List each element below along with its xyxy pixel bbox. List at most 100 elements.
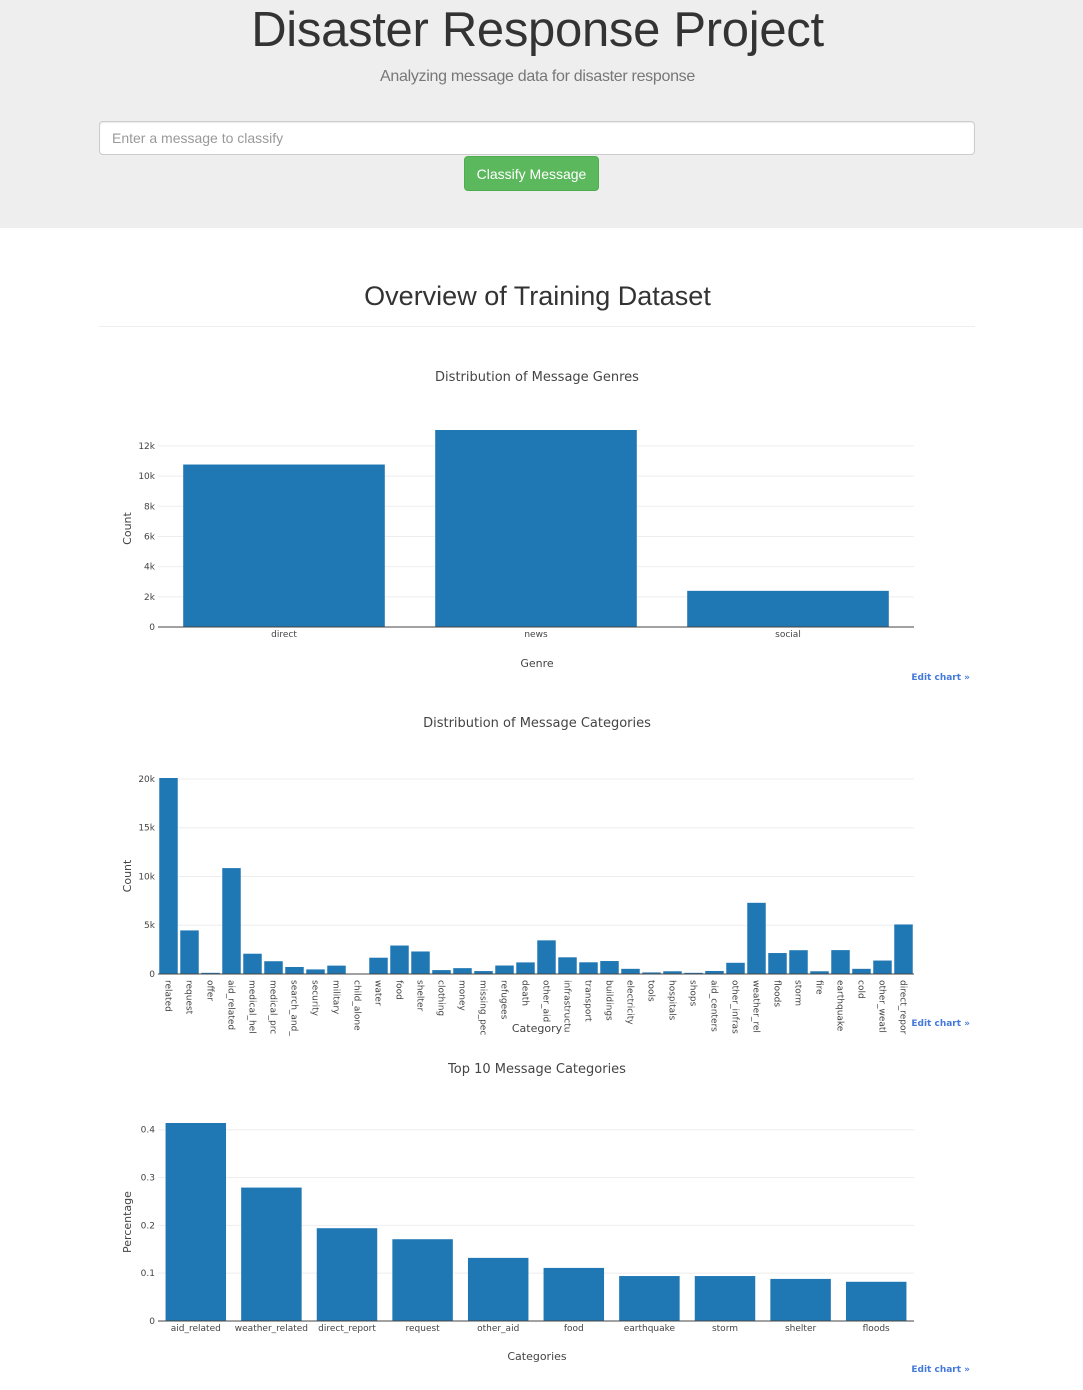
x-tick-label: missing_pec [478, 980, 488, 1035]
x-tick-label: shops [688, 980, 698, 1007]
bar [241, 1187, 302, 1321]
y-tick-label: 20k [138, 775, 155, 785]
x-tick-label: offer [205, 980, 215, 1001]
bar [768, 953, 787, 974]
bar [579, 962, 598, 974]
bar [543, 1267, 605, 1321]
bar [222, 868, 241, 974]
bar [369, 957, 388, 974]
x-tick-label: floods [863, 1324, 890, 1334]
bar [183, 464, 385, 627]
bar [432, 970, 451, 974]
chart-title: Distribution of Message Genres [435, 370, 639, 385]
bar [694, 1276, 756, 1321]
edit-chart-link-categories[interactable]: Edit chart » [911, 1019, 970, 1029]
x-tick-label: floods [772, 980, 782, 1007]
y-tick-label: 10k [138, 872, 155, 882]
top10-categories-chart: Top 10 Message Categories 0 0.1 0.2 0.3 0.4 ai… [99, 1044, 975, 1390]
x-tick-label: death [520, 980, 530, 1006]
edit-chart-link-genres[interactable]: Edit chart » [911, 673, 970, 683]
x-tick-label: shelter [785, 1324, 816, 1334]
bar [411, 951, 430, 974]
y-tick-label: 10k [138, 472, 155, 482]
x-axis-title: Category [512, 1022, 563, 1035]
x-tick-label: buildings [604, 980, 614, 1021]
bar [726, 962, 745, 974]
x-tick-label: other_aid [541, 980, 551, 1022]
x-tick-label: storm [712, 1324, 738, 1334]
y-tick-label: 0 [149, 970, 155, 980]
genre-chart-svg: Distribution of Message Genres 0 2k 4k 6k 8k 1… [121, 370, 914, 670]
bar [873, 960, 892, 974]
bar [831, 950, 850, 974]
y-tick-label: 0.3 [141, 1174, 155, 1184]
x-tick-label: search_and_ [289, 980, 299, 1036]
x-axis-title: Genre [520, 657, 554, 670]
y-tick-label: 0 [149, 623, 155, 633]
x-tick-label: clothing [436, 980, 446, 1016]
x-tick-label: earthquake [835, 980, 845, 1032]
x-tick-label: request [184, 980, 194, 1015]
bar [770, 1278, 831, 1321]
x-tick-label: medical_hel [247, 980, 257, 1034]
x-tick-label: direct [271, 630, 297, 640]
bar [516, 962, 535, 974]
x-tick-label: tools [646, 980, 656, 1002]
y-axis-title: Count [121, 511, 134, 544]
x-tick-label: money [457, 980, 467, 1012]
x-tick-label: transport [583, 980, 593, 1022]
chart-title: Top 10 Message Categories [447, 1062, 626, 1077]
bar [558, 957, 577, 974]
y-tick-label: 6k [144, 532, 156, 542]
bar [621, 968, 640, 974]
bar [537, 940, 556, 974]
bar [687, 590, 889, 627]
bar [789, 950, 808, 974]
bar [435, 430, 637, 627]
bar [316, 1228, 378, 1321]
bar [180, 930, 199, 974]
x-tick-label: weather_related [235, 1324, 308, 1334]
bar [390, 945, 409, 974]
bar [285, 966, 304, 974]
genre-distribution-chart: Distribution of Message Genres 0 2k 4k 6k 8k 1… [99, 352, 975, 698]
x-tick-label: request [405, 1324, 440, 1334]
classify-message-button[interactable]: Classify Message [464, 156, 599, 191]
x-tick-label: cold [856, 980, 866, 999]
x-tick-label: infrastructu [562, 980, 572, 1032]
x-tick-label: food [564, 1324, 584, 1334]
x-tick-label: water [373, 980, 383, 1006]
edit-chart-link-top10[interactable]: Edit chart » [911, 1365, 970, 1375]
bar [243, 953, 262, 974]
x-tick-label: aid_related [226, 980, 236, 1030]
site-title: Disaster Response Project [251, 3, 824, 57]
bar [264, 961, 283, 974]
message-input[interactable] [99, 121, 975, 155]
bar [747, 902, 766, 974]
section-divider [99, 326, 975, 327]
x-tick-label: other_weatl [877, 980, 887, 1033]
x-tick-label: child_alone [352, 980, 362, 1031]
y-axis-title: Count [121, 859, 134, 892]
x-tick-label: fire [814, 980, 824, 995]
y-tick-label: 0.1 [141, 1269, 155, 1279]
y-axis-title: Percentage [121, 1191, 134, 1253]
top10-chart-svg: Top 10 Message Categories 0 0.1 0.2 0.3 0.4 ai… [121, 1062, 914, 1363]
bar [165, 1123, 227, 1321]
y-tick-label: 8k [144, 502, 156, 512]
x-tick-label: hospitals [667, 980, 677, 1021]
bar [327, 965, 346, 974]
y-tick-label: 2k [144, 593, 156, 603]
bar [306, 969, 325, 974]
y-tick-label: 15k [138, 824, 155, 834]
bar [159, 778, 178, 974]
y-tick-label: 12k [138, 442, 155, 452]
x-tick-label: refugees [499, 980, 509, 1020]
x-tick-label: other_infras [730, 980, 740, 1034]
bar [619, 1276, 680, 1321]
x-tick-label: electricity [625, 980, 635, 1025]
section-title: Overview of Training Dataset [364, 281, 711, 311]
chart-title: Distribution of Message Categories [423, 716, 651, 731]
bar [600, 961, 619, 974]
x-tick-label: aid_centers [709, 980, 719, 1032]
